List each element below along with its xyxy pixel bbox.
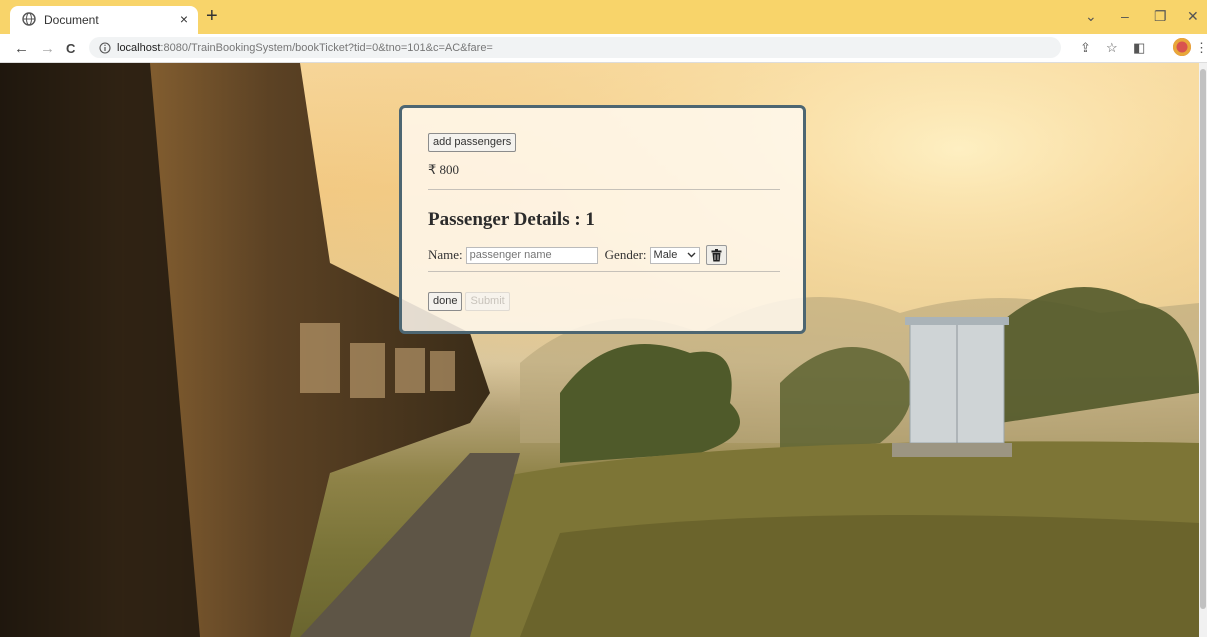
- add-passengers-button[interactable]: add passengers: [428, 133, 517, 152]
- browser-toolbar: ← → C localhost:8080/TrainBookingSystem/…: [0, 34, 1207, 63]
- gender-label: Gender:: [604, 247, 647, 262]
- window-close-icon[interactable]: ✕: [1187, 8, 1199, 25]
- info-icon[interactable]: [99, 41, 111, 54]
- maximize-icon[interactable]: ❐: [1154, 8, 1167, 25]
- booking-form-card: add passengers ₹ 800 Passenger Details :…: [399, 105, 806, 334]
- reload-icon[interactable]: C: [66, 41, 75, 56]
- name-label: Name:: [428, 247, 463, 262]
- gender-selected-value: Male: [653, 249, 678, 261]
- done-button[interactable]: done: [428, 292, 463, 311]
- tab-title: Document: [44, 13, 99, 27]
- forward-icon[interactable]: →: [40, 40, 55, 57]
- address-bar[interactable]: localhost:8080/TrainBookingSystem/bookTi…: [89, 37, 1061, 58]
- passenger-row: Name: Gender: Male: [428, 245, 777, 265]
- globe-icon: [22, 12, 36, 26]
- tab-search-icon[interactable]: ⌄: [1085, 8, 1097, 25]
- side-panel-icon[interactable]: ◧: [1133, 40, 1145, 56]
- bookmark-star-icon[interactable]: ☆: [1106, 40, 1118, 56]
- share-icon[interactable]: ⇪: [1080, 40, 1091, 56]
- divider: [428, 189, 780, 190]
- page-scrollbar[interactable]: [1199, 63, 1207, 637]
- scrollbar-thumb[interactable]: [1200, 69, 1206, 609]
- divider: [428, 271, 780, 272]
- url-host: localhost: [117, 41, 161, 54]
- minimize-icon[interactable]: –: [1121, 8, 1129, 24]
- profile-avatar[interactable]: [1173, 38, 1191, 56]
- chevron-down-icon: [687, 249, 696, 261]
- back-icon[interactable]: ←: [14, 40, 29, 57]
- delete-passenger-button[interactable]: [706, 245, 728, 265]
- gender-select[interactable]: Male: [649, 246, 701, 264]
- tab-strip: Document × + ⌄ – ❐ ✕: [0, 0, 1207, 34]
- form-actions: done Submit: [428, 292, 777, 311]
- fare-amount: ₹ 800: [428, 162, 460, 177]
- new-tab-button[interactable]: +: [206, 5, 218, 28]
- tab-close-icon[interactable]: ×: [180, 11, 188, 27]
- submit-button[interactable]: Submit: [465, 292, 510, 311]
- url-path: :8080/TrainBookingSystem/bookTicket?tid=…: [160, 41, 493, 54]
- browser-tab[interactable]: Document ×: [10, 6, 198, 34]
- passenger-name-input[interactable]: [465, 246, 598, 264]
- passenger-details-heading: Passenger Details : 1: [428, 209, 595, 230]
- browser-menu-icon[interactable]: ⋮: [1195, 40, 1207, 56]
- trash-icon: [711, 248, 722, 261]
